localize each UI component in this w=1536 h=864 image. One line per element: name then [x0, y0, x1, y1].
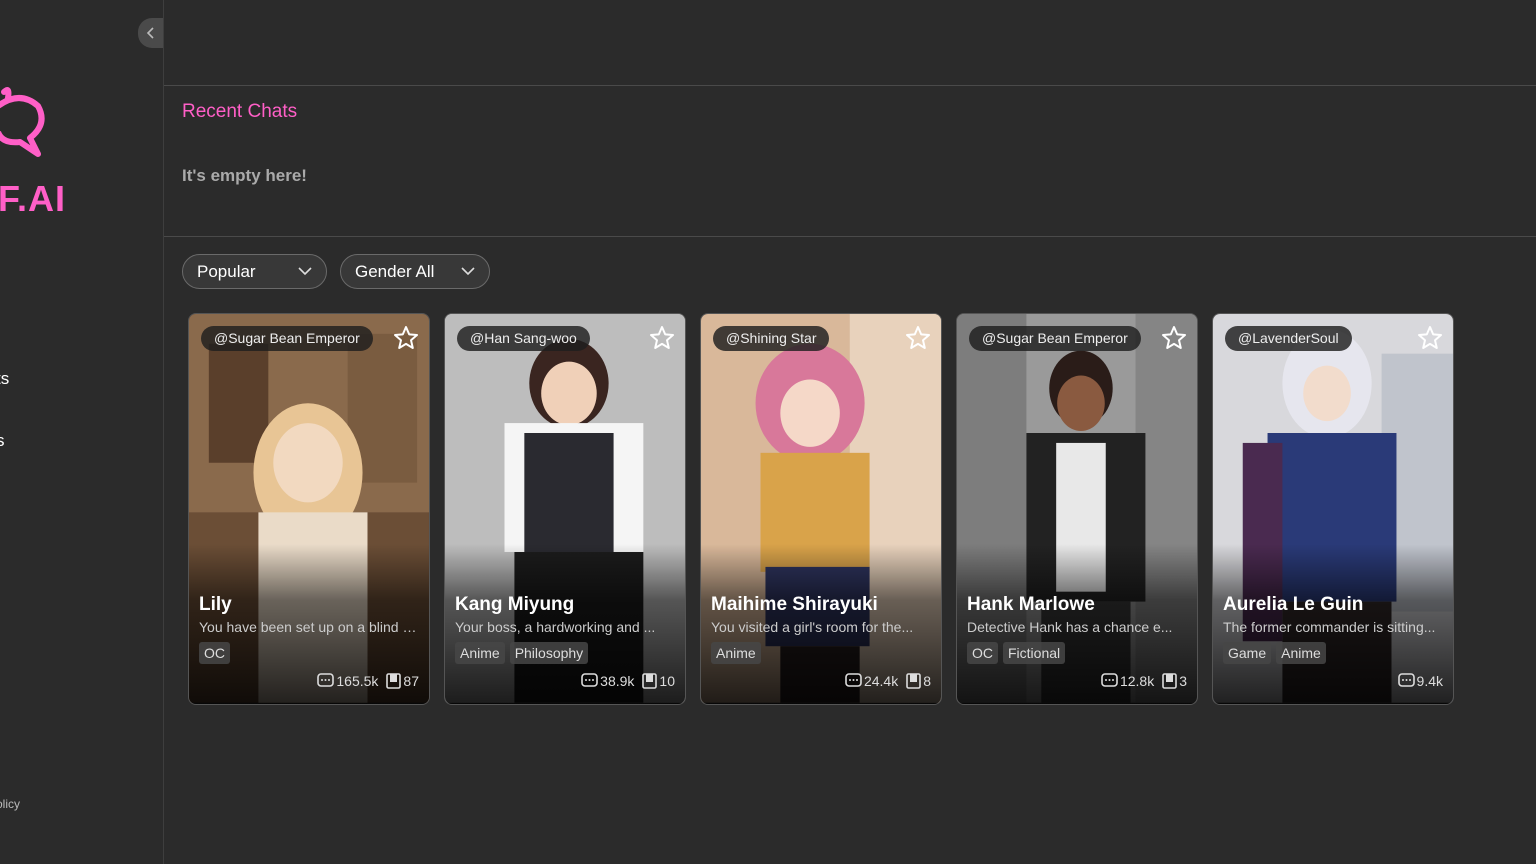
character-name: Kang Miyung — [455, 594, 575, 615]
save-count-value: 10 — [659, 673, 675, 689]
gender-dropdown[interactable]: Gender All — [340, 254, 490, 289]
tag[interactable]: Anime — [1276, 642, 1326, 664]
character-card[interactable]: @Han Sang-woo Kang Miyung Your boss, a h… — [444, 313, 686, 705]
character-description: Your boss, a hardworking and ... — [455, 619, 656, 635]
chat-count-value: 12.8k — [1119, 673, 1155, 689]
recent-chats-section: Recent Chats It's empty here! — [164, 86, 1536, 237]
chat-count: 24.4k — [845, 673, 898, 689]
tag-list: Game Anime — [1223, 642, 1326, 664]
tag[interactable]: Fictional — [1003, 642, 1066, 664]
author-badge[interactable]: @Sugar Bean Emperor — [969, 326, 1141, 351]
sidebar-item-chats[interactable]: ts — [0, 369, 9, 389]
chat-count-value: 165.5k — [336, 673, 379, 689]
top-bar — [164, 0, 1536, 86]
privacy-policy-link[interactable]: olicy — [0, 797, 20, 811]
character-card[interactable]: @Sugar Bean Emperor Lily You have been s… — [188, 313, 430, 705]
main-content: Recent Chats It's empty here! Popular Ge… — [164, 0, 1536, 864]
character-card[interactable]: @Sugar Bean Emperor Hank Marlowe Detecti… — [956, 313, 1198, 705]
gender-dropdown-value: Gender All — [355, 261, 435, 281]
star-icon[interactable] — [649, 325, 675, 351]
book-icon — [386, 673, 402, 689]
author-badge[interactable]: @LavenderSoul — [1225, 326, 1352, 351]
tag[interactable]: Anime — [711, 642, 761, 664]
tag[interactable]: Anime — [455, 642, 505, 664]
tag-list: Anime — [711, 642, 761, 664]
chat-count: 12.8k — [1101, 673, 1154, 689]
star-icon[interactable] — [1161, 325, 1187, 351]
chevron-left-icon — [146, 27, 154, 39]
card-stats: 38.9k 10 — [581, 673, 675, 689]
character-description: Detective Hank has a chance e... — [967, 619, 1173, 635]
sort-dropdown[interactable]: Popular — [182, 254, 327, 289]
character-card[interactable]: @Shining Star Maihime Shirayuki You visi… — [700, 313, 942, 705]
chevron-down-icon — [461, 267, 475, 276]
save-count-value: 87 — [403, 673, 419, 689]
character-description: You visited a girl's room for the... — [711, 619, 914, 635]
recent-chats-title: Recent Chats — [182, 101, 298, 122]
sort-dropdown-value: Popular — [197, 261, 256, 281]
chat-count: 38.9k — [581, 673, 634, 689]
sidebar: F.AI ts s olicy — [0, 0, 164, 864]
character-name: Aurelia Le Guin — [1223, 594, 1364, 615]
chat-count-value: 24.4k — [863, 673, 899, 689]
book-icon — [642, 673, 658, 689]
character-card[interactable]: @LavenderSoul Aurelia Le Guin The former… — [1212, 313, 1454, 705]
tag[interactable]: OC — [967, 642, 998, 664]
character-card-list: @Sugar Bean Emperor Lily You have been s… — [188, 313, 1454, 705]
book-icon — [906, 673, 922, 689]
chat-count: 9.4k — [1397, 673, 1443, 689]
card-stats: 165.5k 87 — [317, 673, 419, 689]
chat-bubble-icon — [1397, 673, 1415, 687]
character-description: You have been set up on a blind date... — [199, 619, 424, 635]
chat-count-value: 38.9k — [600, 673, 635, 689]
star-icon[interactable] — [393, 325, 419, 351]
character-name: Lily — [199, 594, 232, 615]
chat-bubble-icon — [581, 673, 598, 687]
recent-chats-empty-message: It's empty here! — [182, 166, 307, 185]
tag[interactable]: Philosophy — [509, 642, 589, 664]
filter-bar: Popular Gender All — [182, 254, 490, 289]
tag-list: Anime Philosophy — [455, 642, 589, 664]
chat-bubble-icon — [317, 673, 335, 687]
save-count: 8 — [906, 673, 931, 689]
save-count-value: 8 — [923, 673, 931, 689]
chat-count: 165.5k — [317, 673, 378, 689]
chat-bubble-icon — [845, 673, 862, 687]
card-stats: 9.4k — [1397, 673, 1443, 689]
star-icon[interactable] — [1417, 325, 1443, 351]
save-count: 3 — [1162, 673, 1187, 689]
logo-text: F.AI — [0, 178, 67, 219]
chat-bubble-icon — [1101, 673, 1118, 687]
book-icon — [1162, 673, 1178, 689]
save-count: 87 — [386, 673, 419, 689]
author-badge[interactable]: @Sugar Bean Emperor — [201, 326, 373, 351]
author-badge[interactable]: @Han Sang-woo — [457, 326, 590, 351]
character-name: Maihime Shirayuki — [711, 594, 878, 615]
tag[interactable]: OC — [199, 642, 230, 664]
sidebar-item-favorites[interactable]: s — [0, 431, 5, 451]
card-stats: 12.8k 3 — [1101, 673, 1187, 689]
chat-count-value: 9.4k — [1416, 673, 1443, 689]
character-description: The former commander is sitting... — [1223, 619, 1436, 635]
save-count: 10 — [642, 673, 675, 689]
character-name: Hank Marlowe — [967, 594, 1095, 615]
tag-list: OC — [199, 642, 230, 664]
card-stats: 24.4k 8 — [845, 673, 931, 689]
sidebar-collapse-button[interactable] — [138, 18, 163, 48]
star-icon[interactable] — [905, 325, 931, 351]
tag-list: OC Fictional — [967, 642, 1066, 664]
save-count-value: 3 — [1179, 673, 1187, 689]
tag[interactable]: Game — [1223, 642, 1272, 664]
chevron-down-icon — [298, 267, 312, 276]
author-badge[interactable]: @Shining Star — [713, 326, 830, 351]
